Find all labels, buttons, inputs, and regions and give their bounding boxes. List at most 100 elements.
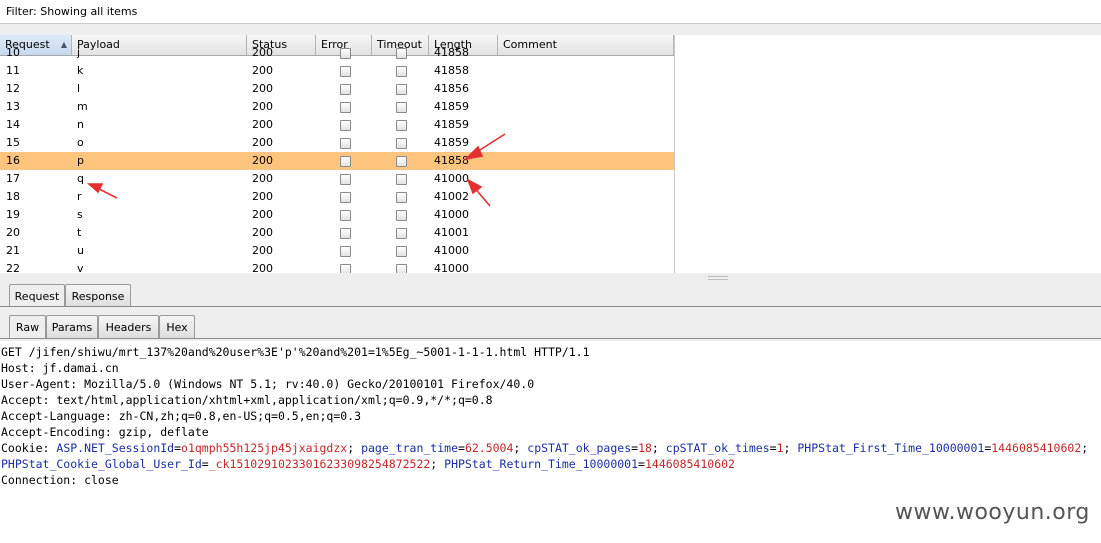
cell-status: 200 (252, 190, 273, 203)
error-checkbox[interactable] (340, 120, 351, 131)
cookie-value: 1446085410602 (644, 457, 735, 471)
cell-payload: k (77, 64, 84, 77)
splitter-grip[interactable] (708, 276, 728, 280)
filter-text: Filter: Showing all items (6, 5, 138, 18)
cookie-value: 62.5004 (464, 441, 514, 455)
timeout-checkbox[interactable] (396, 192, 407, 203)
error-checkbox[interactable] (340, 66, 351, 77)
cell-status: 200 (252, 172, 273, 185)
error-checkbox[interactable] (340, 264, 351, 273)
spacer (0, 24, 1101, 35)
error-checkbox[interactable] (340, 102, 351, 113)
error-checkbox[interactable] (340, 48, 351, 59)
table-row[interactable]: 15 o 200 41859 (0, 134, 674, 152)
timeout-checkbox[interactable] (396, 174, 407, 185)
table-row[interactable]: 11 k 200 41858 (0, 62, 674, 80)
cookie-name: cpSTAT_ok_pages (527, 441, 632, 455)
error-checkbox[interactable] (340, 228, 351, 239)
timeout-checkbox[interactable] (396, 228, 407, 239)
cell-request: 10 (6, 46, 20, 59)
cell-payload: j (77, 46, 81, 59)
cell-request: 22 (6, 262, 20, 273)
cell-request: 20 (6, 226, 20, 239)
results-table[interactable]: Request ▲ Payload Status Error Timeout Length C… (0, 35, 675, 273)
cookie-name: PHPStat_Return_Time_10000001 (444, 457, 639, 471)
cell-length: 41001 (434, 226, 469, 239)
cell-length: 41002 (434, 190, 469, 203)
table-row[interactable]: 13 m 200 41859 (0, 98, 674, 116)
cookie-value: _ck15102910233016233098254872522 (208, 457, 431, 471)
table-row[interactable]: 14 n 200 41859 (0, 116, 674, 134)
timeout-checkbox[interactable] (396, 84, 407, 95)
tab-request[interactable]: Request (9, 284, 65, 308)
timeout-checkbox[interactable] (396, 120, 407, 131)
error-checkbox[interactable] (340, 174, 351, 185)
cell-status: 200 (252, 82, 273, 95)
tab-params[interactable]: Params (46, 315, 98, 339)
cell-payload: t (77, 226, 82, 239)
cell-payload: v (77, 262, 84, 273)
table-row[interactable]: 16 p 200 41858 (0, 152, 674, 170)
error-checkbox[interactable] (340, 246, 351, 257)
cell-status: 200 (252, 46, 273, 59)
cookie-value: 18 (638, 441, 652, 455)
table-row[interactable]: 12 l 200 41856 (0, 80, 674, 98)
timeout-checkbox[interactable] (396, 156, 407, 167)
cell-request: 14 (6, 118, 20, 131)
error-checkbox[interactable] (340, 192, 351, 203)
timeout-checkbox[interactable] (396, 210, 407, 221)
cell-payload: q (77, 172, 84, 185)
cookie-line: Cookie: ASP.NET_SessionId=o1qmph55h125jp… (1, 441, 1096, 455)
request-line: GET /jifen/shiwu/mrt_137%20and%20user%3E… (1, 345, 590, 359)
cell-status: 200 (252, 100, 273, 113)
error-checkbox[interactable] (340, 84, 351, 95)
cell-length: 41000 (434, 244, 469, 257)
cell-length: 41859 (434, 136, 469, 149)
error-checkbox[interactable] (340, 138, 351, 149)
subtabs-divider (0, 338, 1101, 339)
cookie-value: 1 (776, 441, 784, 455)
cell-payload: s (77, 208, 83, 221)
filter-bar[interactable]: Filter: Showing all items (0, 0, 1101, 24)
table-row[interactable]: 21 u 200 41000 (0, 242, 674, 260)
timeout-checkbox[interactable] (396, 264, 407, 273)
cookie-name: PHPStat_First_Time_10000001 (797, 441, 985, 455)
request-line: Accept: text/html,application/xhtml+xml,… (1, 393, 493, 407)
cell-status: 200 (252, 64, 273, 77)
table-row[interactable]: 19 s 200 41000 (0, 206, 674, 224)
timeout-checkbox[interactable] (396, 138, 407, 149)
table-row[interactable]: 22 v 200 41000 (0, 260, 674, 273)
tab-raw[interactable]: Raw (9, 315, 46, 339)
timeout-checkbox[interactable] (396, 102, 407, 113)
table-row[interactable]: 18 r 200 41002 (0, 188, 674, 206)
cookie-header-label: Cookie: (1, 441, 57, 455)
cookie-name: PHPStat_Cookie_Global_User_Id (1, 457, 202, 471)
tab-response[interactable]: Response (65, 284, 131, 308)
table-row[interactable]: 17 q 200 41000 (0, 170, 674, 188)
cell-request: 13 (6, 100, 20, 113)
table-row[interactable]: 10 j 200 41858 (0, 44, 674, 62)
timeout-checkbox[interactable] (396, 66, 407, 77)
pane-splitter[interactable] (0, 273, 1101, 281)
error-checkbox[interactable] (340, 156, 351, 167)
tab-hex[interactable]: Hex (159, 315, 195, 339)
cookie-name: page_tran_time (361, 441, 458, 455)
empty-table-area (675, 35, 1101, 273)
cell-status: 200 (252, 118, 273, 131)
cell-request: 19 (6, 208, 20, 221)
error-checkbox[interactable] (340, 210, 351, 221)
timeout-checkbox[interactable] (396, 48, 407, 59)
tab-headers[interactable]: Headers (98, 315, 159, 339)
cell-length: 41000 (434, 172, 469, 185)
request-line: Host: jf.damai.cn (1, 361, 119, 375)
cell-status: 200 (252, 244, 273, 257)
cell-payload: u (77, 244, 84, 257)
table-row[interactable]: 20 t 200 41001 (0, 224, 674, 242)
cell-length: 41858 (434, 154, 469, 167)
connection-line: Connection: close (1, 473, 119, 487)
cell-request: 15 (6, 136, 20, 149)
cell-status: 200 (252, 154, 273, 167)
timeout-checkbox[interactable] (396, 246, 407, 257)
cell-request: 17 (6, 172, 20, 185)
request-line: User-Agent: Mozilla/5.0 (Windows NT 5.1;… (1, 377, 535, 391)
